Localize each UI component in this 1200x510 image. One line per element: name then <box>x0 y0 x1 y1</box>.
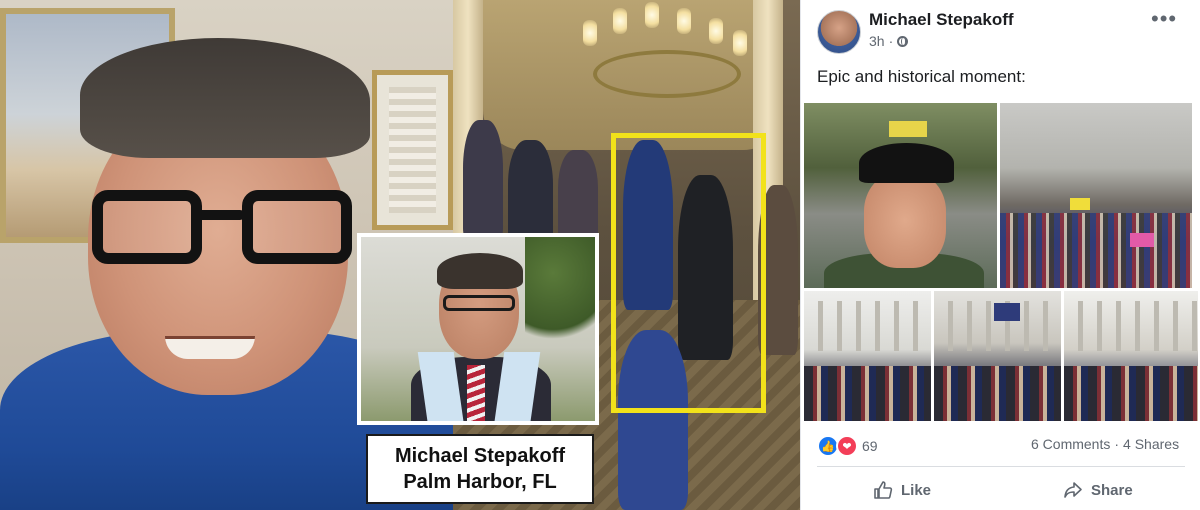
name-caption: Michael Stepakoff Palm Harbor, FL <box>366 434 594 504</box>
post-time[interactable]: 3h <box>869 33 885 49</box>
author-avatar[interactable] <box>817 10 861 54</box>
reaction-count: 69 <box>862 438 878 454</box>
post-photo-1[interactable] <box>804 103 997 288</box>
caption-name: Michael Stepakoff <box>394 445 566 467</box>
shares-count[interactable]: 4 Shares <box>1123 436 1179 452</box>
reactions-summary[interactable]: 👍 ❤ 69 <box>817 435 878 457</box>
like-label: Like <box>901 481 932 499</box>
post-photo-4[interactable] <box>934 291 1061 421</box>
share-label: Share <box>1091 481 1133 499</box>
inset-portrait <box>357 233 599 425</box>
hair <box>80 38 370 158</box>
framed-artwork <box>372 70 453 230</box>
share-button[interactable]: Share <box>1063 480 1133 500</box>
engagement-stats: 6 Comments · 4 Shares <box>1031 436 1180 452</box>
caption-location: Palm Harbor, FL <box>403 471 557 493</box>
facebook-post: Michael Stepakoff 3h · ••• Epic and hist… <box>800 0 1200 510</box>
author-name[interactable]: Michael Stepakoff <box>869 10 1014 30</box>
post-text: Epic and historical moment: <box>817 67 1026 86</box>
share-arrow-icon <box>1064 482 1082 498</box>
post-photo-5[interactable] <box>1064 291 1198 421</box>
post-photo-2[interactable] <box>1000 103 1192 288</box>
comments-count[interactable]: 6 Comments <box>1031 436 1110 452</box>
divider <box>817 466 1185 467</box>
love-reaction-icon: ❤ <box>836 435 858 457</box>
more-options-button[interactable]: ••• <box>1151 6 1177 32</box>
post-photo-3[interactable] <box>804 291 931 421</box>
highlight-box <box>611 133 766 413</box>
chandelier <box>573 0 753 100</box>
globe-icon <box>897 35 909 47</box>
like-button[interactable]: Like <box>873 480 931 500</box>
eyeglasses <box>92 190 354 270</box>
thumbs-up-icon <box>874 481 893 499</box>
post-meta: 3h · <box>869 33 909 49</box>
